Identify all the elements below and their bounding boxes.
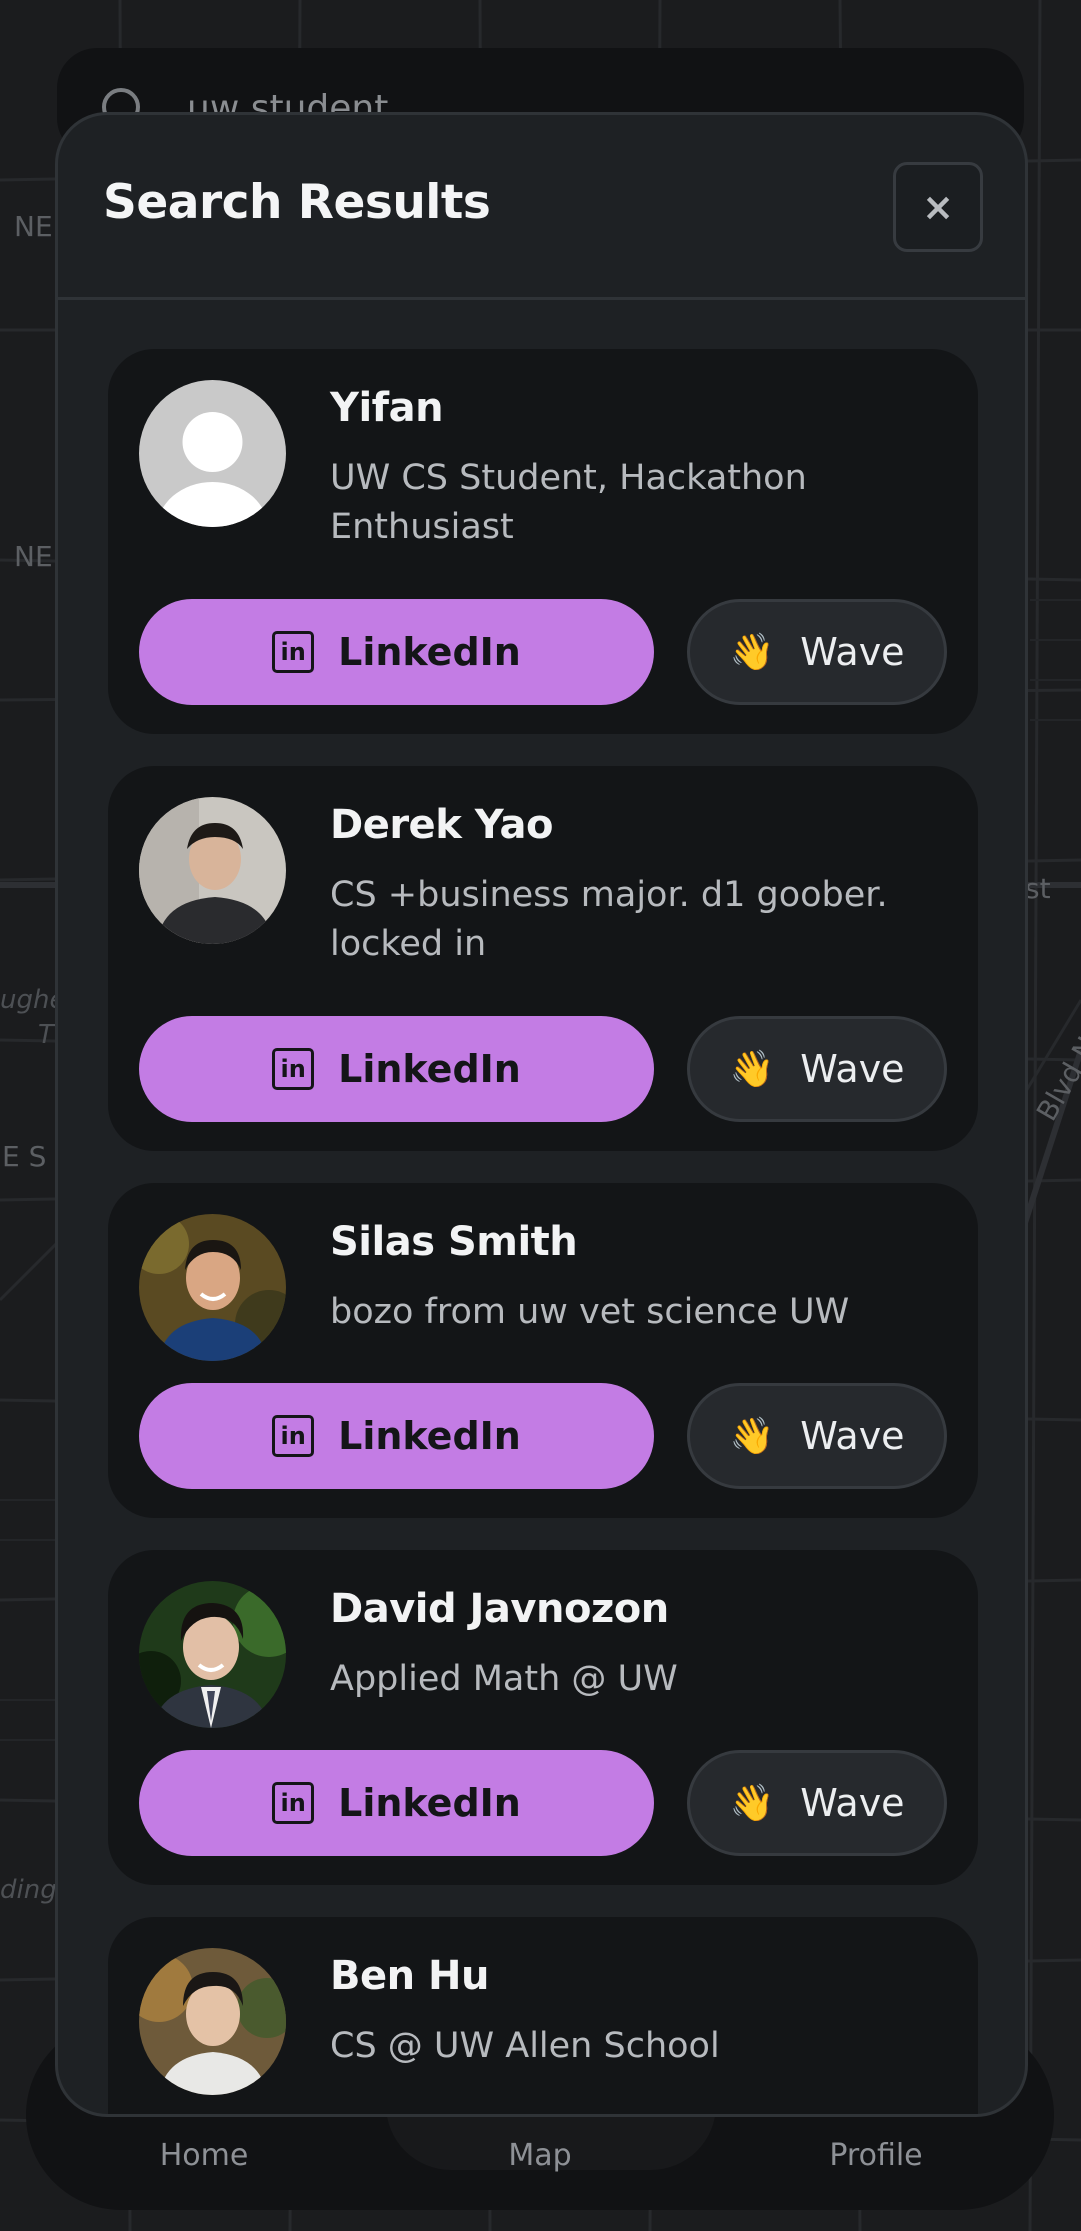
profile-photo	[139, 1214, 286, 1361]
wave-hand-icon: 👋	[729, 1783, 775, 1824]
profile-photo	[139, 1581, 286, 1728]
wave-label: Wave	[800, 1781, 905, 1825]
linkedin-button[interactable]: in LinkedIn	[139, 599, 654, 705]
nav-item-home[interactable]: Home	[104, 2138, 304, 2173]
result-bio: bozo from uw vet science UW	[330, 1292, 850, 1332]
result-card: Derek Yao CS +business major. d1 goober.…	[108, 766, 978, 1151]
modal-title: Search Results	[103, 175, 491, 230]
linkedin-icon: in	[272, 1782, 315, 1824]
linkedin-label: LinkedIn	[338, 1781, 521, 1825]
map-label: NE	[14, 540, 53, 573]
result-name: Yifan	[330, 385, 444, 431]
avatar	[139, 1214, 286, 1361]
result-card: Ben Hu CS @ UW Allen School	[108, 1917, 978, 2114]
avatar	[139, 1948, 286, 2095]
wave-button[interactable]: 👋 Wave	[687, 1383, 947, 1489]
profile-photo	[139, 1948, 286, 2095]
result-name: David Javnozon	[330, 1586, 669, 1632]
result-card: Yifan UW CS Student, Hackathon Enthusias…	[108, 349, 978, 734]
wave-label: Wave	[800, 1047, 905, 1091]
map-label: NE	[14, 210, 53, 243]
linkedin-button[interactable]: in LinkedIn	[139, 1383, 654, 1489]
result-bio: CS +business major. d1 goober. locked in	[330, 875, 888, 964]
close-icon: ×	[922, 185, 954, 229]
linkedin-label: LinkedIn	[338, 1414, 521, 1458]
result-card: Silas Smith bozo from uw vet science UW …	[108, 1183, 978, 1518]
linkedin-label: LinkedIn	[338, 1047, 521, 1091]
result-name: Ben Hu	[330, 1953, 489, 1999]
wave-label: Wave	[800, 630, 905, 674]
profile-photo	[139, 797, 286, 944]
wave-hand-icon: 👋	[729, 1416, 775, 1457]
default-avatar-icon	[139, 380, 286, 527]
result-bio: CS @ UW Allen School	[330, 2026, 720, 2066]
wave-label: Wave	[800, 1414, 905, 1458]
close-button[interactable]: ×	[893, 162, 983, 252]
linkedin-icon: in	[272, 631, 315, 673]
wave-button[interactable]: 👋 Wave	[687, 599, 947, 705]
result-name: Silas Smith	[330, 1219, 578, 1265]
result-card: David Javnozon Applied Math @ UW in Link…	[108, 1550, 978, 1885]
linkedin-icon: in	[272, 1415, 315, 1457]
avatar	[139, 1581, 286, 1728]
map-label: E S	[2, 1140, 47, 1173]
avatar	[139, 797, 286, 944]
linkedin-icon: in	[272, 1048, 315, 1090]
nav-item-map[interactable]: Map	[440, 2138, 640, 2173]
wave-button[interactable]: 👋 Wave	[687, 1016, 947, 1122]
wave-hand-icon: 👋	[729, 632, 775, 673]
map-label: T	[38, 1020, 54, 1050]
result-name: Derek Yao	[330, 802, 553, 848]
app-screen: NE NE E S ughes T ding st Blvd NE uw stu…	[0, 0, 1081, 2231]
result-bio: UW CS Student, Hackathon Enthusiast	[330, 458, 807, 547]
search-results-modal: Search Results × Yifan UW CS Student, Ha…	[55, 112, 1028, 2117]
wave-hand-icon: 👋	[729, 1049, 775, 1090]
avatar	[139, 380, 286, 527]
linkedin-label: LinkedIn	[338, 630, 521, 674]
map-label: st	[1025, 872, 1051, 905]
nav-item-profile[interactable]: Profile	[776, 2138, 976, 2173]
wave-button[interactable]: 👋 Wave	[687, 1750, 947, 1856]
linkedin-button[interactable]: in LinkedIn	[139, 1750, 654, 1856]
linkedin-button[interactable]: in LinkedIn	[139, 1016, 654, 1122]
result-bio: Applied Math @ UW	[330, 1659, 678, 1699]
map-label: ding	[0, 1875, 57, 1905]
modal-header: Search Results ×	[58, 115, 1025, 300]
